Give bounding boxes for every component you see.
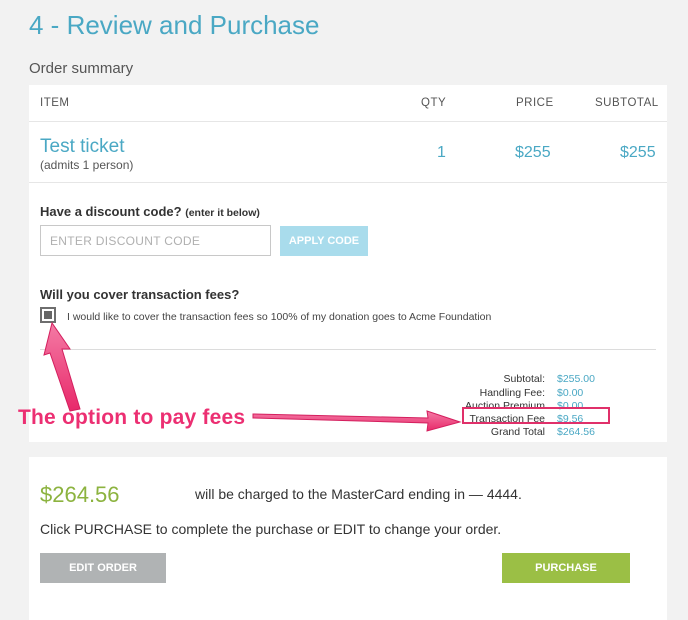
item-price: $255 xyxy=(515,144,551,161)
column-header-qty: QTY xyxy=(421,97,447,109)
order-summary-label: Order summary xyxy=(29,60,134,77)
transaction-fee-highlight-box xyxy=(462,407,610,424)
edit-order-button[interactable]: EDIT ORDER xyxy=(40,553,166,583)
purchase-instructions: Click PURCHASE to complete the purchase … xyxy=(40,521,502,537)
handling-fee-value: $0.00 xyxy=(557,387,584,399)
charge-description: will be charged to the MasterCard ending… xyxy=(195,486,522,502)
discount-label: Have a discount code? (enter it below) xyxy=(40,204,260,219)
subtotal-value: $255.00 xyxy=(557,373,595,385)
order-summary-card: ITEM QTY PRICE SUBTOTAL Test ticket (adm… xyxy=(29,85,667,442)
discount-hint: (enter it below) xyxy=(185,207,260,219)
column-header-price: PRICE xyxy=(516,97,554,109)
column-header-subtotal: SUBTOTAL xyxy=(595,97,659,109)
item-name[interactable]: Test ticket xyxy=(40,136,124,158)
discount-code-input[interactable] xyxy=(40,225,271,256)
charge-summary-card: $264.56 will be charged to the MasterCar… xyxy=(29,457,667,620)
header-divider xyxy=(29,121,667,122)
grand-total-value: $264.56 xyxy=(557,426,595,438)
page-title: 4 - Review and Purchase xyxy=(29,10,320,40)
subtotal-label: Subtotal: xyxy=(503,373,545,385)
cover-fees-checkbox[interactable] xyxy=(40,307,56,323)
item-subtitle: (admits 1 person) xyxy=(40,158,134,172)
handling-fee-label: Handling Fee: xyxy=(479,387,545,399)
item-qty: 1 xyxy=(437,144,446,161)
fees-divider xyxy=(40,349,656,350)
cover-fees-checkbox-label[interactable]: I would like to cover the transaction fe… xyxy=(67,311,491,323)
grand-total-label: Grand Total xyxy=(490,426,545,438)
cover-fees-question: Will you cover transaction fees? xyxy=(40,287,240,302)
purchase-button[interactable]: PURCHASE xyxy=(502,553,630,583)
row-divider xyxy=(29,182,667,183)
item-subtotal: $255 xyxy=(620,144,656,161)
charge-amount: $264.56 xyxy=(40,482,120,507)
column-header-item: ITEM xyxy=(40,97,70,109)
apply-code-button[interactable]: APPLY CODE xyxy=(280,226,368,256)
discount-label-text: Have a discount code? xyxy=(40,204,182,219)
annotation-label: The option to pay fees xyxy=(18,406,246,429)
